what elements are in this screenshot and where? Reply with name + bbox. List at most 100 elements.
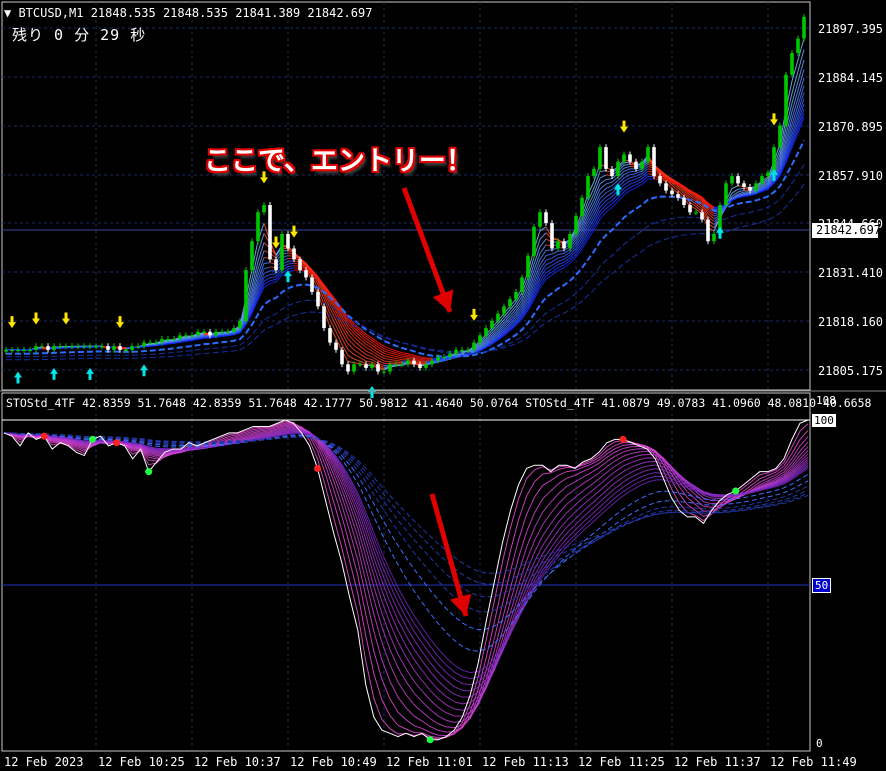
sto-slow-line [3, 432, 809, 585]
candle-body [52, 346, 56, 350]
sub-level-100: 100 [812, 414, 836, 427]
candle-body [742, 183, 746, 187]
down-arrow-icon [272, 236, 280, 249]
sto-ribbon-line [3, 432, 809, 674]
price-tick: 21805.175 [818, 364, 884, 378]
candle-body [100, 346, 104, 348]
indicator-label: STOStd_4TF 42.8359 51.7648 42.8359 51.76… [6, 396, 872, 410]
candle-body [334, 342, 338, 350]
candle-body [592, 168, 596, 177]
candle-body [484, 328, 488, 336]
candle-body [670, 190, 674, 195]
candle-body [544, 212, 548, 224]
candle-body [598, 147, 602, 169]
candle-body [34, 346, 38, 350]
candle-body [256, 212, 260, 242]
sub-level-108: 108 [816, 394, 836, 407]
candle-body [664, 183, 668, 191]
candle-body [412, 360, 416, 365]
down-arrow-icon [32, 312, 40, 325]
candle-body [436, 357, 440, 361]
candle-body [88, 346, 92, 348]
candle-body [4, 349, 8, 352]
candle-body [196, 331, 200, 336]
time-tick: 12 Feb 11:01 [386, 755, 473, 769]
indicator-panel-frame [1, 392, 811, 752]
candle-body [316, 291, 320, 307]
down-arrow-icon [770, 113, 778, 126]
candle-body [232, 328, 236, 332]
sto-slow-line [3, 432, 809, 631]
candle-body [430, 360, 434, 365]
down-arrow-icon [116, 316, 124, 329]
sub-level-50: 50 [812, 578, 832, 593]
time-tick: 12 Feb 10:25 [98, 755, 185, 769]
candle-body [676, 194, 680, 198]
chart-canvas[interactable] [0, 0, 886, 771]
candle-body [604, 147, 608, 169]
candle-body [376, 364, 380, 372]
candle-body [760, 176, 764, 184]
candle-body [76, 346, 80, 348]
price-tick: 21897.395 [818, 22, 884, 36]
down-arrow-icon [290, 225, 298, 238]
candle-body [94, 346, 98, 348]
candle-body [46, 346, 50, 350]
candle-body [766, 172, 770, 177]
candle-timer: 残り 0 分 29 秒 [12, 26, 147, 44]
candle-body [388, 364, 392, 372]
candle-body [610, 168, 614, 177]
candle-body [778, 125, 782, 148]
candle-body [112, 346, 116, 350]
ma-ribbon-line [293, 265, 433, 361]
candle-body [622, 154, 626, 162]
candle-body [400, 364, 404, 366]
candle-body [466, 349, 470, 352]
sto-ribbon-line [3, 432, 809, 680]
time-tick: 12 Feb 11:37 [674, 755, 761, 769]
sto-ribbon-line [3, 431, 809, 692]
candle-body [214, 331, 218, 336]
sto-slow-line [3, 432, 809, 574]
candle-body [262, 205, 266, 213]
candle-body [736, 176, 740, 184]
candle-body [640, 161, 644, 169]
candle-body [574, 215, 578, 234]
candle-body [628, 154, 632, 162]
candle-body [340, 349, 344, 365]
candle-body [172, 338, 176, 341]
price-tick: 21857.910 [818, 169, 884, 183]
candle-body [130, 346, 134, 350]
candle-body [550, 223, 554, 249]
candle-body [328, 328, 332, 343]
candle-body [646, 147, 650, 162]
down-arrow-icon [470, 308, 478, 321]
candle-body [106, 346, 110, 350]
sto-ribbon-line [3, 429, 809, 705]
candle-body [772, 147, 776, 173]
candle-body [202, 331, 206, 333]
candle-body [22, 349, 26, 352]
ma-ribbon-line [419, 247, 559, 366]
candle-body [166, 338, 170, 341]
candle-body [712, 234, 716, 242]
candle-body [556, 241, 560, 249]
candle-body [526, 255, 530, 278]
up-arrow-icon [140, 364, 148, 377]
candle-body [124, 349, 128, 352]
candle-body [274, 259, 278, 271]
candle-body [364, 364, 368, 368]
candle-body [730, 176, 734, 184]
candle-body [688, 205, 692, 213]
candle-body [16, 349, 20, 352]
candle-body [748, 186, 752, 191]
candle-body [184, 335, 188, 337]
candle-body [154, 342, 158, 344]
candle-body [310, 277, 314, 292]
candle-body [142, 342, 146, 347]
candle-body [298, 259, 302, 271]
sto-ribbon-line [3, 425, 809, 729]
candle-body [208, 331, 212, 336]
entry-arrow-indicator-head [450, 593, 472, 616]
candle-body [58, 346, 62, 348]
